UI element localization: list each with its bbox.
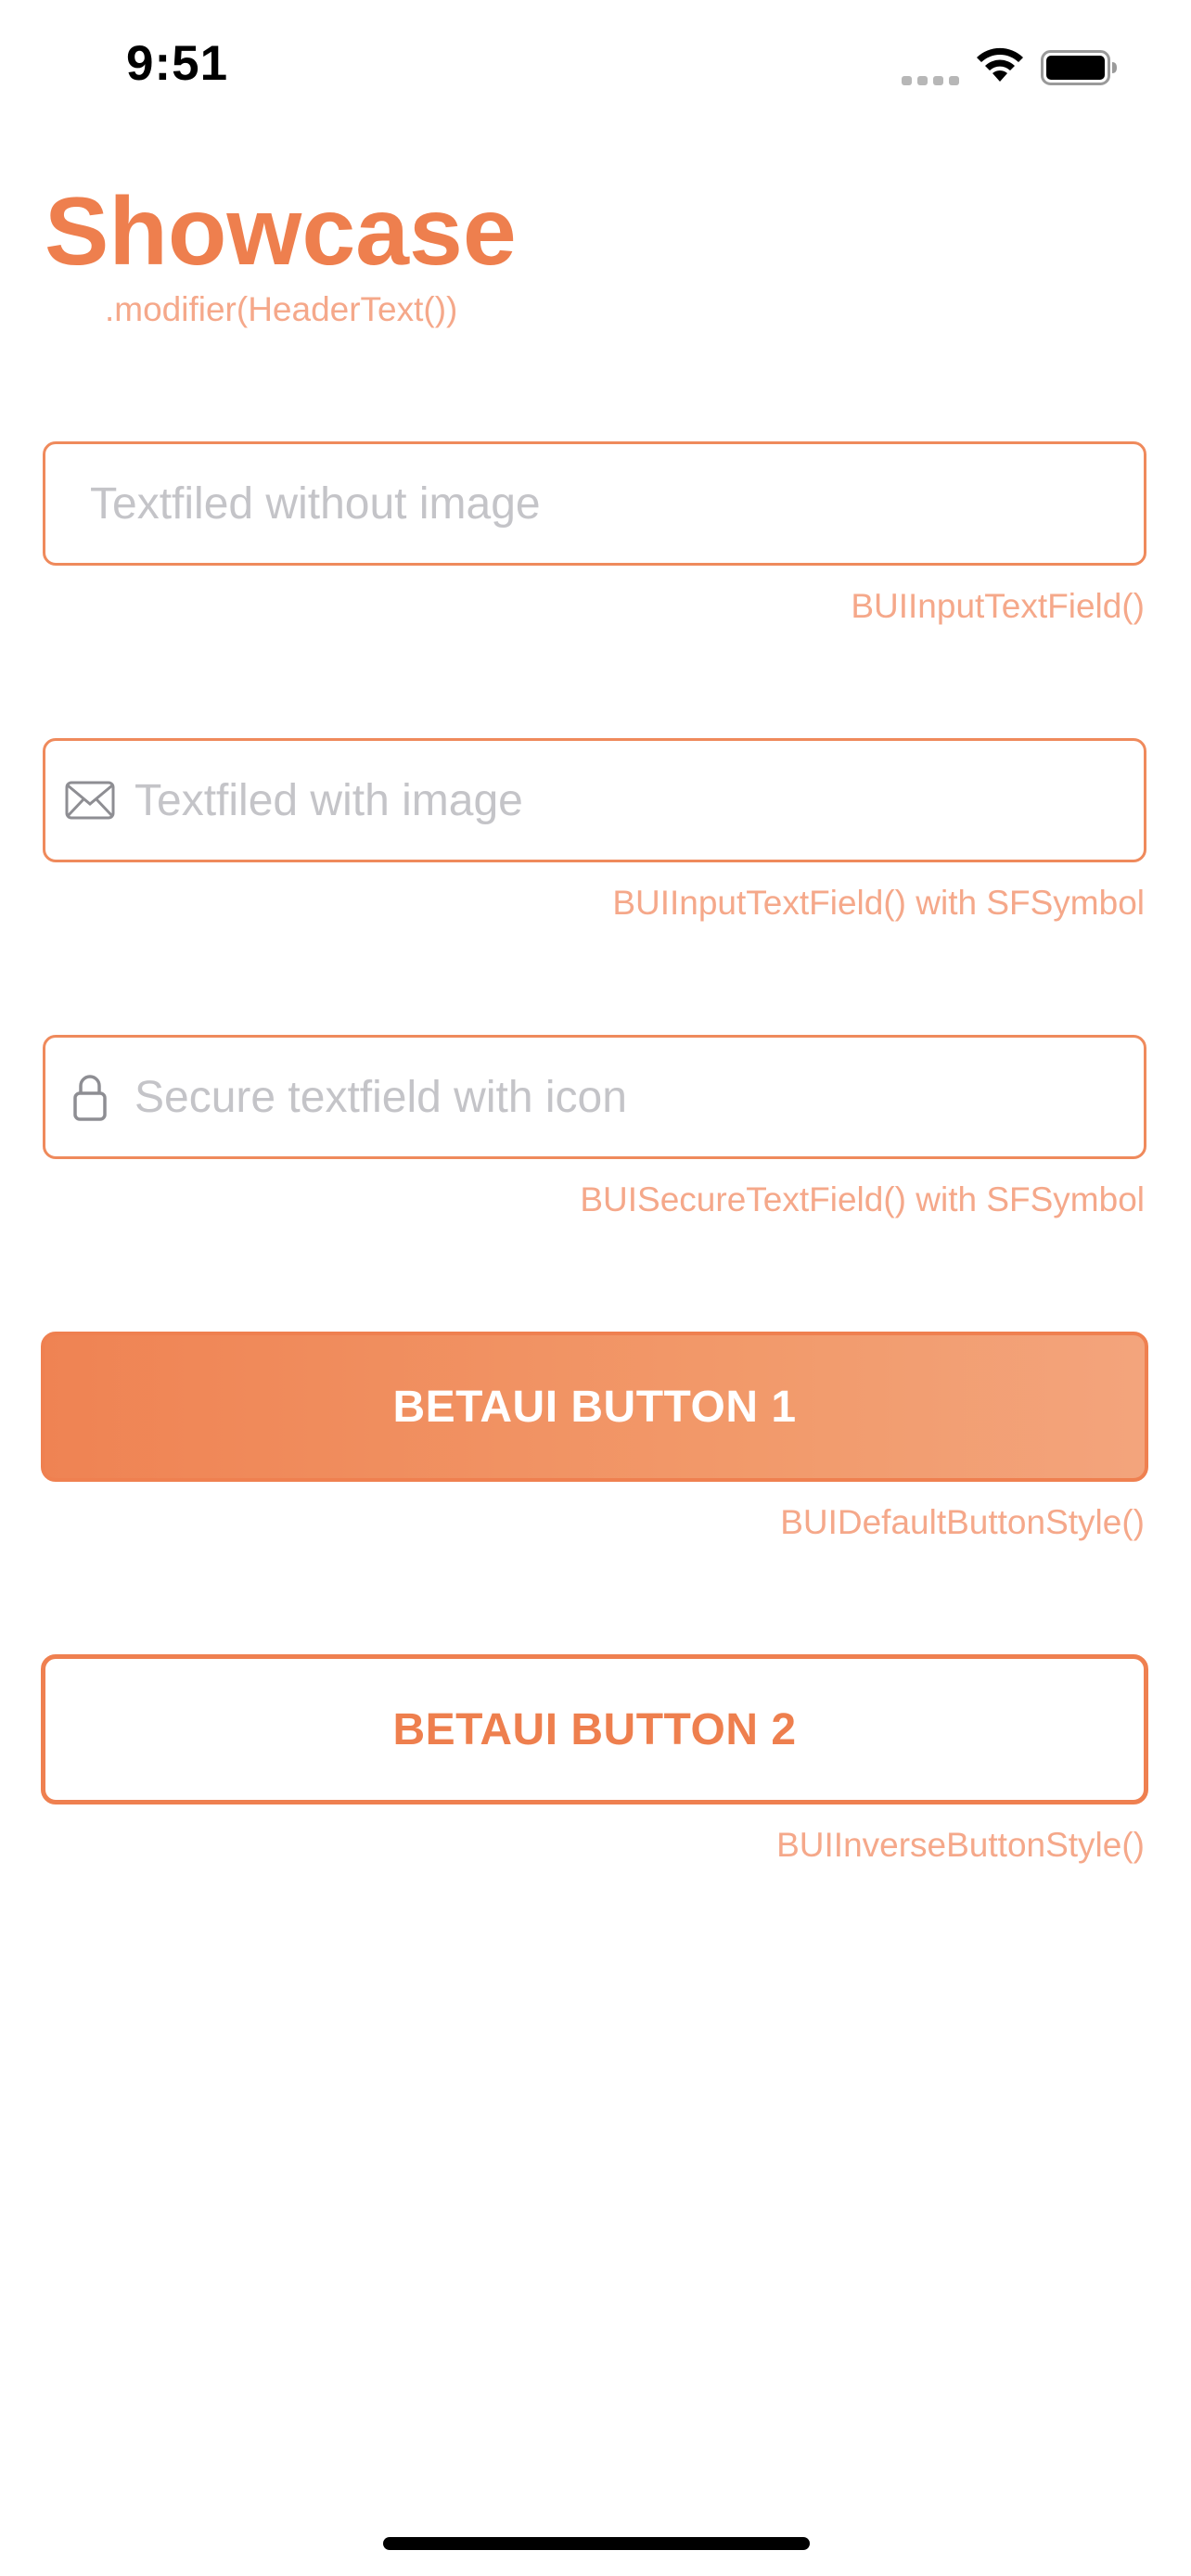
text-field-with-image-placeholder: Textfiled with image <box>134 775 523 825</box>
text-field-plain-caption: BUIInputTextField() <box>851 587 1145 625</box>
betaui-button-1-caption: BUIDefaultButtonStyle() <box>780 1503 1145 1541</box>
header-caption: .modifier(HeaderText()) <box>105 290 458 328</box>
secure-text-field[interactable]: Secure textfield with icon <box>43 1035 1146 1159</box>
text-field-with-image[interactable]: Textfiled with image <box>43 738 1146 862</box>
betaui-button-2-label: BETAUI BUTTON 2 <box>392 1704 797 1754</box>
envelope-icon <box>65 781 115 820</box>
page-title: Showcase <box>45 178 517 286</box>
secure-text-field-placeholder: Secure textfield with icon <box>134 1072 627 1122</box>
betaui-button-2[interactable]: BETAUI BUTTON 2 <box>41 1654 1148 1804</box>
text-field-plain-placeholder: Textfiled without image <box>90 478 541 529</box>
status-time: 9:51 <box>126 36 229 91</box>
secure-text-field-caption: BUISecureTextField() with SFSymbol <box>580 1180 1145 1218</box>
lock-icon <box>73 1075 107 1121</box>
betaui-button-1[interactable]: BETAUI BUTTON 1 <box>41 1332 1148 1482</box>
signal-icon <box>902 74 959 85</box>
home-indicator[interactable] <box>383 2537 810 2550</box>
status-bar: 9:51 <box>0 0 1191 130</box>
text-field-plain[interactable]: Textfiled without image <box>43 441 1146 566</box>
betaui-button-1-label: BETAUI BUTTON 1 <box>392 1382 797 1432</box>
text-field-with-image-caption: BUIInputTextField() with SFSymbol <box>612 884 1145 922</box>
wifi-icon <box>977 47 1023 82</box>
betaui-button-2-caption: BUIInverseButtonStyle() <box>776 1826 1145 1864</box>
battery-icon <box>1041 50 1117 85</box>
